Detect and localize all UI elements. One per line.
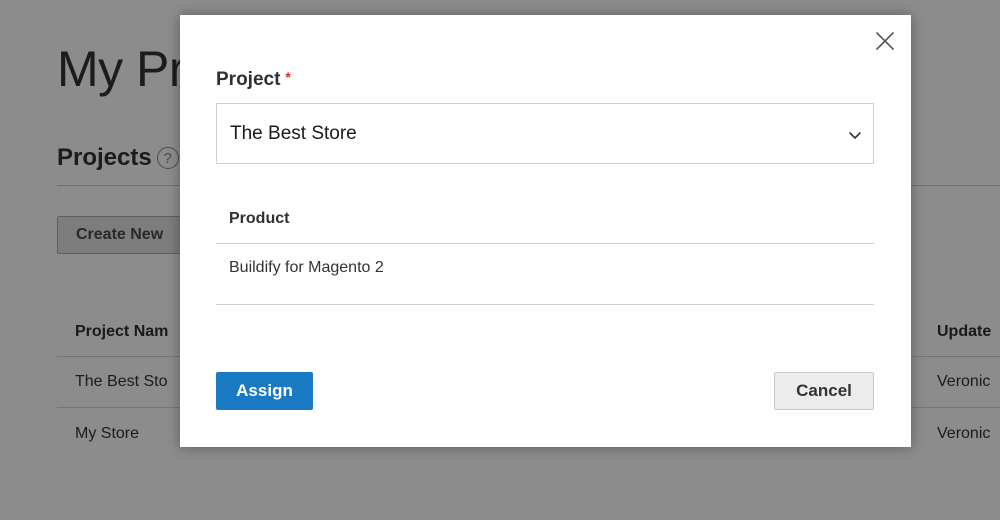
product-table-header: Product	[216, 193, 874, 244]
project-field-label: Project *	[216, 69, 291, 91]
cancel-button[interactable]: Cancel	[774, 372, 874, 410]
chevron-down-icon	[849, 132, 861, 139]
project-select[interactable]: The Best Store	[216, 103, 874, 164]
assign-project-modal: Project * The Best Store Product Buildify…	[180, 15, 911, 447]
required-mark: *	[285, 69, 291, 85]
table-row: Buildify for Magento 2	[216, 244, 874, 305]
project-select-value: The Best Store	[230, 122, 357, 144]
product-name: Buildify for Magento 2	[229, 259, 384, 276]
column-header-product: Product	[229, 210, 290, 227]
close-icon	[876, 32, 894, 50]
close-button[interactable]	[873, 29, 897, 53]
assign-button[interactable]: Assign	[216, 372, 313, 410]
project-label-text: Project	[216, 69, 281, 90]
